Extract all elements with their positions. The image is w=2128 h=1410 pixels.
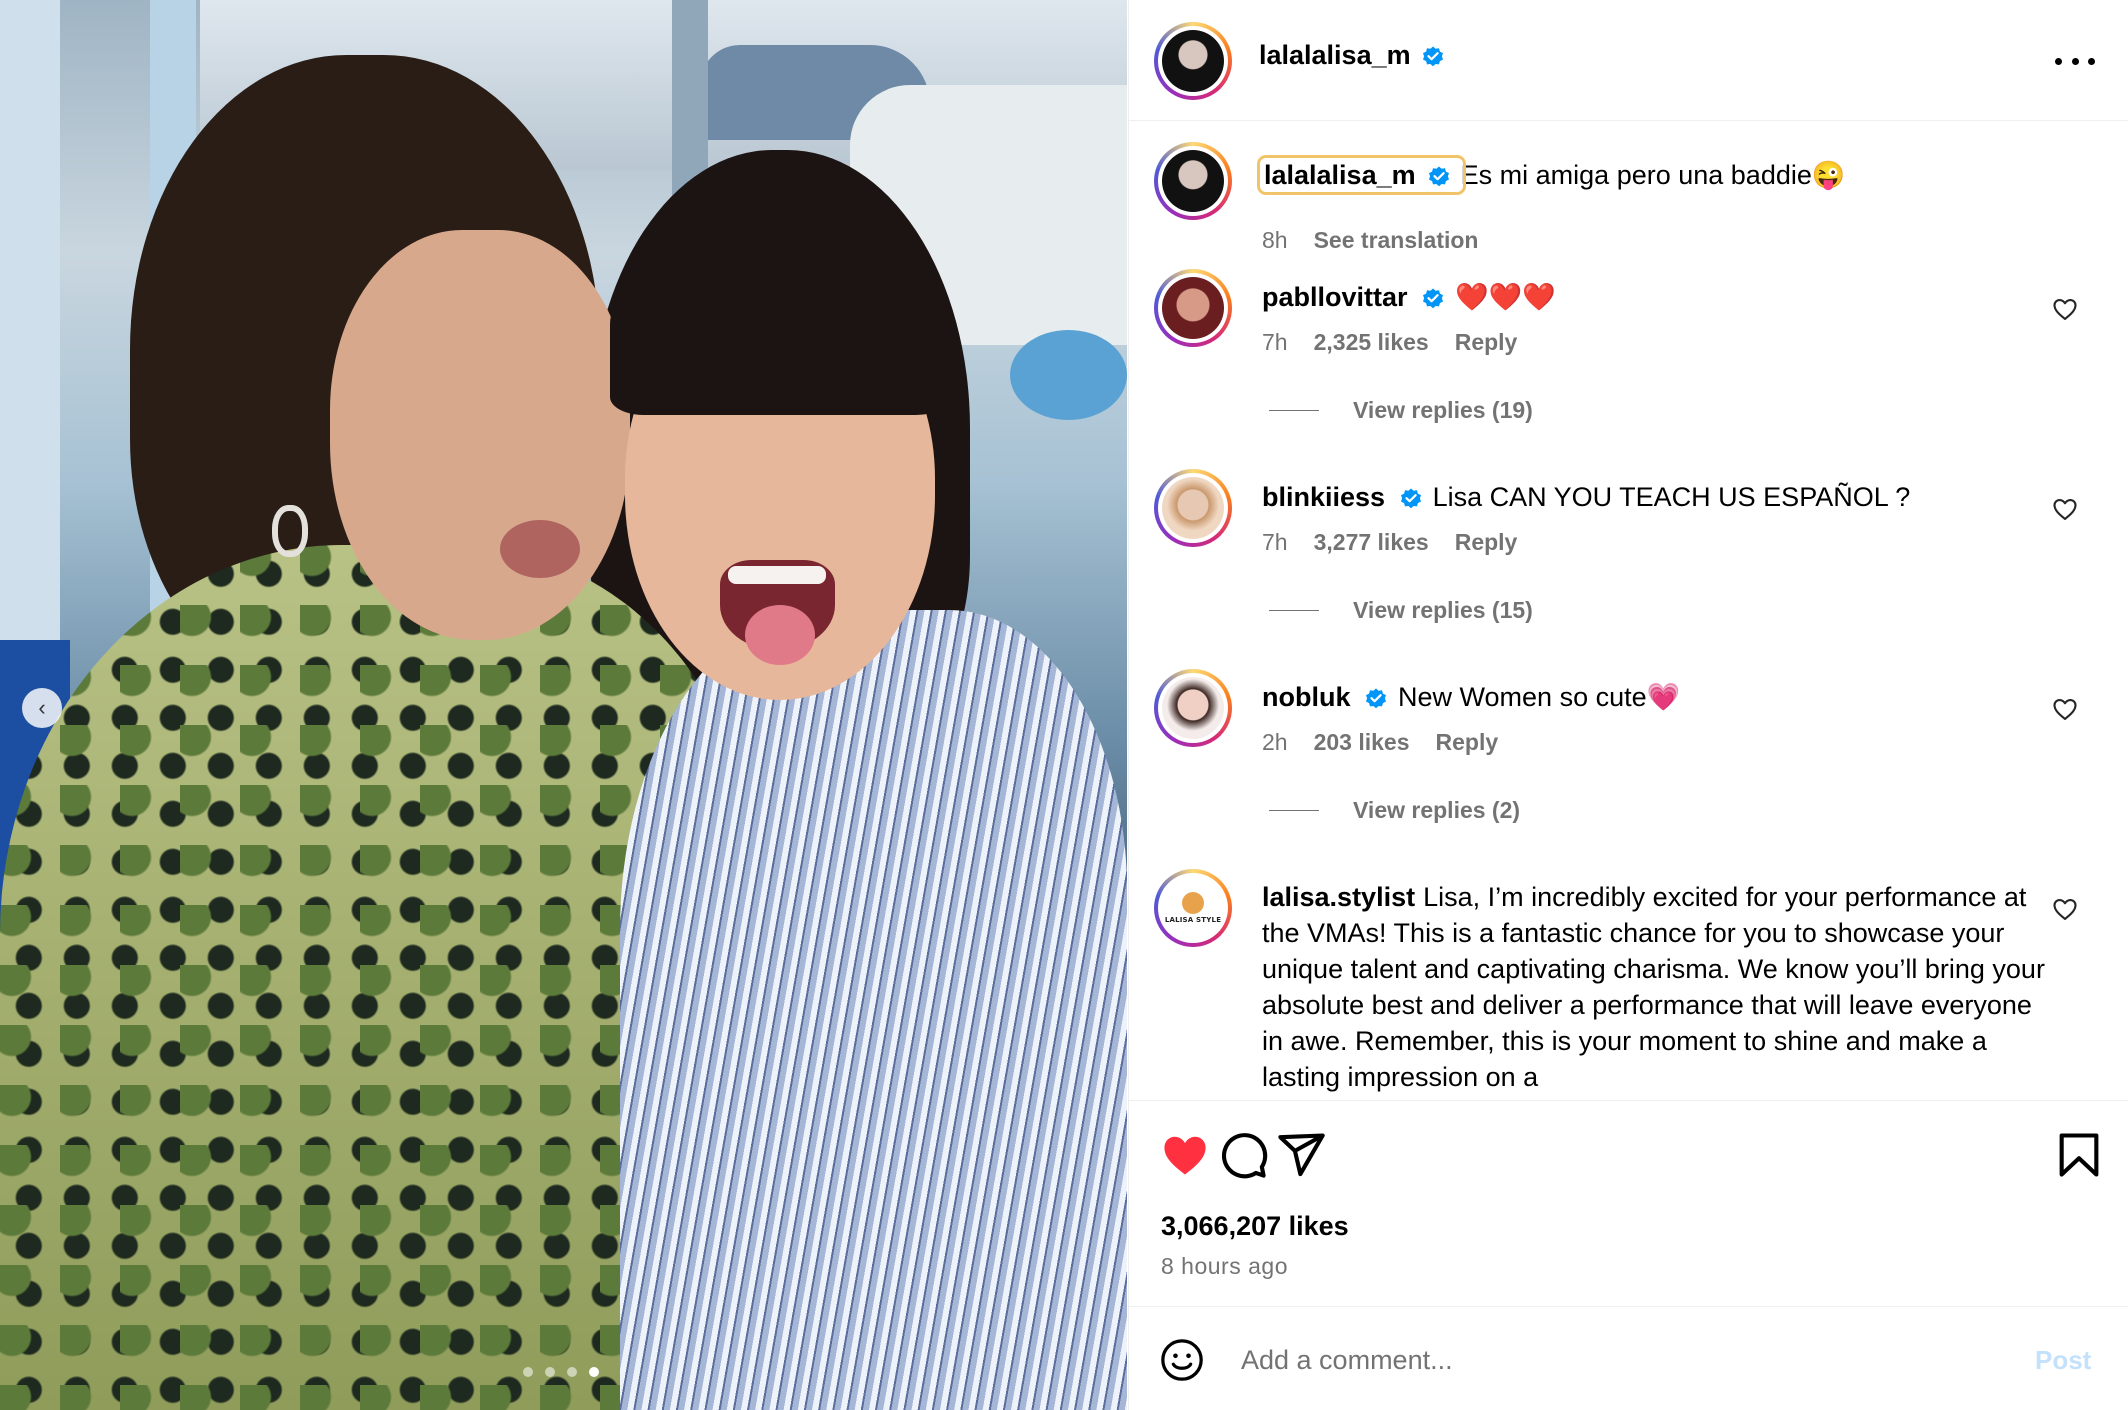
person-right-teeth (728, 566, 826, 584)
see-translation-button[interactable]: See translation (1314, 227, 1479, 254)
emoji-icon[interactable] (1159, 1337, 1205, 1383)
comment-text: New Women so cute💗 (1398, 682, 1681, 712)
comment-time[interactable]: 7h (1262, 329, 1288, 356)
stylist-logo-icon (1182, 892, 1204, 914)
carousel-dot-active (589, 1367, 599, 1377)
heart-icon[interactable] (1159, 1129, 1211, 1181)
heart-icon[interactable] (2051, 495, 2079, 523)
person-right-bangs (610, 235, 950, 415)
verified-icon (1400, 488, 1421, 509)
author-avatar[interactable] (1154, 22, 1232, 100)
comment-time[interactable]: 7h (1262, 529, 1288, 556)
more-options-icon[interactable] (2055, 46, 2095, 76)
comment-likes[interactable]: 203 likes (1314, 729, 1410, 756)
comment-text: ❤️❤️❤️ (1455, 282, 1556, 312)
caption-username[interactable]: lalalalisa_m (1264, 160, 1416, 190)
caption-time[interactable]: 8h (1262, 227, 1288, 254)
carousel-dot (523, 1367, 533, 1377)
carousel-prev-button[interactable]: ‹ (22, 688, 62, 728)
window-frame (0, 0, 60, 700)
person-left-lips (500, 520, 580, 578)
verified-icon (1423, 46, 1444, 67)
commenter-username[interactable]: lalisa.stylist (1262, 882, 1415, 912)
commenter-avatar[interactable]: LALISA STYLE (1154, 869, 1232, 947)
caption-text: Es mi amiga pero una baddie😜 (1460, 160, 1846, 190)
person-right-shirt (620, 610, 1127, 1410)
comment-input[interactable] (1241, 1339, 1941, 1381)
comment-text: Lisa CAN YOU TEACH US ESPAÑOL ? (1432, 482, 1911, 512)
comments-list[interactable]: lalalalisa_m Es mi amiga pero una baddie… (1129, 122, 2128, 1100)
comment-likes[interactable]: 2,325 likes (1314, 329, 1429, 356)
author-username[interactable]: lalalalisa_m (1259, 40, 1411, 70)
reply-button[interactable]: Reply (1455, 529, 1518, 556)
verified-icon (1423, 288, 1444, 309)
comment-icon[interactable] (1217, 1129, 1269, 1181)
post-actions: 3,066,207 likes 8 hours ago (1129, 1100, 2128, 1306)
commenter-username[interactable]: blinkiiess (1262, 482, 1385, 512)
likes-count[interactable]: 3,066,207 likes (1161, 1211, 1349, 1242)
commenter-avatar[interactable] (1154, 269, 1232, 347)
add-comment-bar: Post (1129, 1306, 2128, 1410)
carousel-dots (523, 1367, 599, 1377)
commenter-username[interactable]: nobluk (1262, 682, 1351, 712)
share-icon[interactable] (1275, 1129, 1327, 1181)
view-replies-button[interactable]: View replies (15) (1269, 597, 1533, 624)
carousel-dot (545, 1367, 555, 1377)
commenter-avatar[interactable] (1154, 669, 1232, 747)
verified-icon (1429, 166, 1450, 187)
post-button[interactable]: Post (2035, 1345, 2091, 1376)
carousel-dot (567, 1367, 577, 1377)
person-right-tongue (745, 605, 815, 665)
view-replies-button[interactable]: View replies (2) (1269, 797, 1520, 824)
post-photo[interactable]: ‹ (0, 0, 1127, 1410)
verified-icon (1366, 688, 1387, 709)
person-left-face (330, 230, 630, 640)
comment-text: Lisa, I’m incredibly excited for your pe… (1262, 882, 2045, 1092)
earring (272, 505, 308, 557)
reply-button[interactable]: Reply (1436, 729, 1499, 756)
reply-button[interactable]: Reply (1455, 329, 1518, 356)
commenter-username[interactable]: pabllovittar (1262, 282, 1408, 312)
stylist-logo-text: LALISA STYLE (1164, 916, 1222, 924)
author-avatar[interactable] (1154, 142, 1232, 220)
bookmark-icon[interactable] (2053, 1129, 2105, 1181)
blue-table (1010, 330, 1127, 420)
post-side-panel: lalalalisa_m lalalalisa_m Es mi amiga pe… (1128, 0, 2128, 1410)
post-header: lalalalisa_m (1129, 0, 2128, 121)
comment-likes[interactable]: 3,277 likes (1314, 529, 1429, 556)
heart-icon[interactable] (2051, 695, 2079, 723)
heart-icon[interactable] (2051, 895, 2079, 923)
view-replies-button[interactable]: View replies (19) (1269, 397, 1533, 424)
chevron-left-icon: ‹ (38, 695, 46, 720)
heart-icon[interactable] (2051, 295, 2079, 323)
post-time: 8 hours ago (1161, 1253, 1288, 1279)
commenter-avatar[interactable] (1154, 469, 1232, 547)
comment-time[interactable]: 2h (1262, 729, 1288, 756)
